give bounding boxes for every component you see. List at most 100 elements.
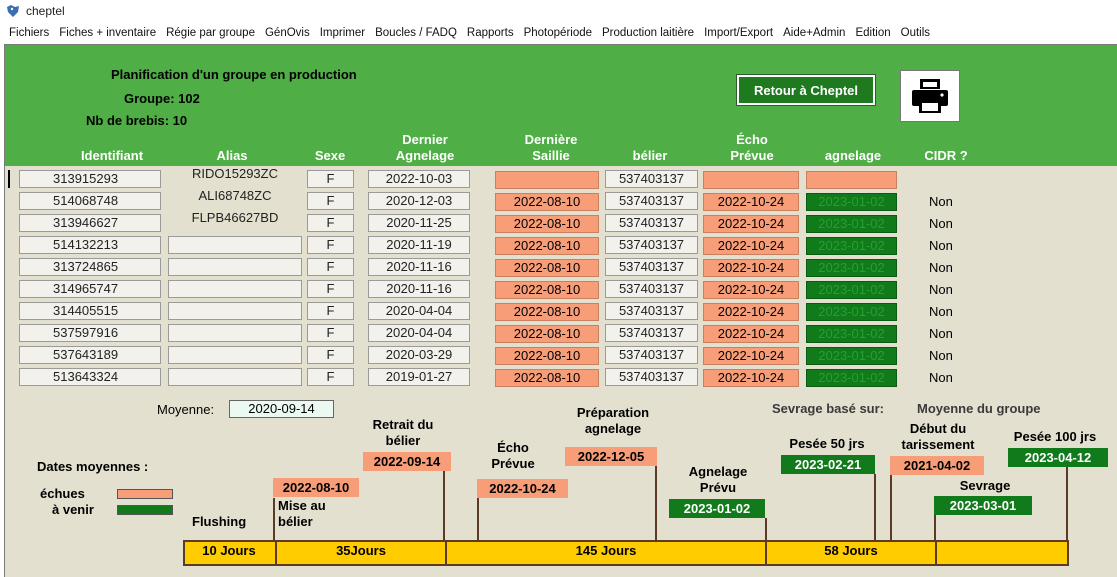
menu-item[interactable]: Import/Export bbox=[699, 27, 778, 39]
cell-identifiant[interactable]: 537643189 bbox=[19, 346, 161, 364]
cell-derniere-saillie[interactable]: 2022-08-10 bbox=[495, 325, 599, 343]
cell-identifiant[interactable]: 537597916 bbox=[19, 324, 161, 342]
cell-agnelage[interactable]: 2023-01-02 bbox=[806, 281, 897, 299]
menu-item[interactable]: Imprimer bbox=[315, 27, 370, 39]
cell-agnelage[interactable]: 2023-01-02 bbox=[806, 215, 897, 233]
cell-alias[interactable]: RIDO15293ZC bbox=[168, 167, 302, 185]
cell-derniere-saillie[interactable] bbox=[495, 171, 599, 189]
menu-item[interactable]: Outils bbox=[896, 27, 935, 39]
cell-belier[interactable]: 537403137 bbox=[605, 280, 698, 298]
cell-agnelage[interactable]: 2023-01-02 bbox=[806, 237, 897, 255]
cell-identifiant[interactable]: 514068748 bbox=[19, 192, 161, 210]
cell-belier[interactable]: 537403137 bbox=[605, 302, 698, 320]
cell-identifiant[interactable]: 514132213 bbox=[19, 236, 161, 254]
print-button[interactable] bbox=[900, 70, 960, 122]
cell-alias[interactable] bbox=[168, 280, 302, 298]
cell-agnelage[interactable]: 2023-01-02 bbox=[806, 347, 897, 365]
moyenne-field[interactable]: 2020-09-14 bbox=[229, 400, 334, 418]
cell-alias[interactable] bbox=[168, 302, 302, 320]
menu-item[interactable]: Boucles / FADQ bbox=[370, 27, 462, 39]
cell-dernier-agnelage[interactable]: 2020-12-03 bbox=[368, 192, 470, 210]
cell-sexe[interactable]: F bbox=[307, 346, 354, 364]
sevrage-base-value[interactable]: Moyenne du groupe bbox=[917, 401, 1041, 416]
cell-belier[interactable]: 537403137 bbox=[605, 346, 698, 364]
menu-item[interactable]: Production laitière bbox=[597, 27, 699, 39]
cell-alias[interactable]: FLPB46627BD bbox=[168, 211, 302, 229]
cell-alias[interactable] bbox=[168, 368, 302, 386]
cell-dernier-agnelage[interactable]: 2022-10-03 bbox=[368, 170, 470, 188]
cell-sexe[interactable]: F bbox=[307, 324, 354, 342]
cell-sexe[interactable]: F bbox=[307, 368, 354, 386]
cell-belier[interactable]: 537403137 bbox=[605, 214, 698, 232]
cell-dernier-agnelage[interactable]: 2020-03-29 bbox=[368, 346, 470, 364]
cell-cidr[interactable]: Non bbox=[929, 370, 969, 385]
cell-sexe[interactable]: F bbox=[307, 214, 354, 232]
cell-identifiant[interactable]: 314965747 bbox=[19, 280, 161, 298]
cell-echo-prevue[interactable]: 2022-10-24 bbox=[703, 325, 799, 343]
cell-alias[interactable] bbox=[168, 324, 302, 342]
cell-sexe[interactable]: F bbox=[307, 192, 354, 210]
cell-belier[interactable]: 537403137 bbox=[605, 192, 698, 210]
cell-agnelage[interactable]: 2023-01-02 bbox=[806, 259, 897, 277]
cell-dernier-agnelage[interactable]: 2020-11-25 bbox=[368, 214, 470, 232]
cell-belier[interactable]: 537403137 bbox=[605, 170, 698, 188]
cell-cidr[interactable]: Non bbox=[929, 304, 969, 319]
cell-agnelage[interactable] bbox=[806, 171, 897, 189]
cell-echo-prevue[interactable]: 2022-10-24 bbox=[703, 281, 799, 299]
cell-cidr[interactable]: Non bbox=[929, 260, 969, 275]
cell-agnelage[interactable]: 2023-01-02 bbox=[806, 303, 897, 321]
menu-item[interactable]: Fiches + inventaire bbox=[54, 27, 161, 39]
cell-identifiant[interactable]: 313915293 bbox=[19, 170, 161, 188]
cell-echo-prevue[interactable]: 2022-10-24 bbox=[703, 215, 799, 233]
cell-agnelage[interactable]: 2023-01-02 bbox=[806, 369, 897, 387]
cell-dernier-agnelage[interactable]: 2020-04-04 bbox=[368, 302, 470, 320]
menu-item[interactable]: GénOvis bbox=[260, 27, 315, 39]
cell-derniere-saillie[interactable]: 2022-08-10 bbox=[495, 259, 599, 277]
menu-item[interactable]: Edition bbox=[850, 27, 895, 39]
cell-echo-prevue[interactable]: 2022-10-24 bbox=[703, 369, 799, 387]
menu-item[interactable]: Régie par groupe bbox=[161, 27, 260, 39]
cell-identifiant[interactable]: 314405515 bbox=[19, 302, 161, 320]
cell-dernier-agnelage[interactable]: 2020-11-16 bbox=[368, 258, 470, 276]
cell-derniere-saillie[interactable]: 2022-08-10 bbox=[495, 193, 599, 211]
cell-derniere-saillie[interactable]: 2022-08-10 bbox=[495, 215, 599, 233]
menu-item[interactable]: Fichiers bbox=[4, 27, 54, 39]
cell-cidr[interactable]: Non bbox=[929, 282, 969, 297]
cell-cidr[interactable]: Non bbox=[929, 348, 969, 363]
cell-echo-prevue[interactable]: 2022-10-24 bbox=[703, 193, 799, 211]
cell-echo-prevue[interactable]: 2022-10-24 bbox=[703, 303, 799, 321]
cell-alias[interactable] bbox=[168, 346, 302, 364]
cell-sexe[interactable]: F bbox=[307, 280, 354, 298]
cell-derniere-saillie[interactable]: 2022-08-10 bbox=[495, 303, 599, 321]
cell-belier[interactable]: 537403137 bbox=[605, 236, 698, 254]
cell-cidr[interactable]: Non bbox=[929, 238, 969, 253]
cell-identifiant[interactable]: 313724865 bbox=[19, 258, 161, 276]
cell-dernier-agnelage[interactable]: 2020-11-19 bbox=[368, 236, 470, 254]
cell-alias[interactable] bbox=[168, 258, 302, 276]
cell-belier[interactable]: 537403137 bbox=[605, 368, 698, 386]
cell-sexe[interactable]: F bbox=[307, 258, 354, 276]
cell-cidr[interactable]: Non bbox=[929, 326, 969, 341]
cell-dernier-agnelage[interactable]: 2020-11-16 bbox=[368, 280, 470, 298]
retour-cheptel-button[interactable]: Retour à Cheptel bbox=[736, 74, 876, 106]
cell-derniere-saillie[interactable]: 2022-08-10 bbox=[495, 237, 599, 255]
cell-dernier-agnelage[interactable]: 2019-01-27 bbox=[368, 368, 470, 386]
cell-derniere-saillie[interactable]: 2022-08-10 bbox=[495, 369, 599, 387]
cell-belier[interactable]: 537403137 bbox=[605, 258, 698, 276]
cell-alias[interactable] bbox=[168, 236, 302, 254]
cell-sexe[interactable]: F bbox=[307, 302, 354, 320]
cell-agnelage[interactable]: 2023-01-02 bbox=[806, 325, 897, 343]
cell-belier[interactable]: 537403137 bbox=[605, 324, 698, 342]
cell-agnelage[interactable]: 2023-01-02 bbox=[806, 193, 897, 211]
cell-cidr[interactable]: Non bbox=[929, 194, 969, 209]
menu-item[interactable]: Photopériode bbox=[519, 27, 597, 39]
menu-item[interactable]: Rapports bbox=[462, 27, 519, 39]
cell-derniere-saillie[interactable]: 2022-08-10 bbox=[495, 347, 599, 365]
cell-echo-prevue[interactable] bbox=[703, 171, 799, 189]
cell-alias[interactable]: ALI68748ZC bbox=[168, 189, 302, 207]
cell-echo-prevue[interactable]: 2022-10-24 bbox=[703, 237, 799, 255]
cell-identifiant[interactable]: 313946627 bbox=[19, 214, 161, 232]
cell-derniere-saillie[interactable]: 2022-08-10 bbox=[495, 281, 599, 299]
menu-item[interactable]: Aide+Admin bbox=[778, 27, 850, 39]
cell-sexe[interactable]: F bbox=[307, 170, 354, 188]
